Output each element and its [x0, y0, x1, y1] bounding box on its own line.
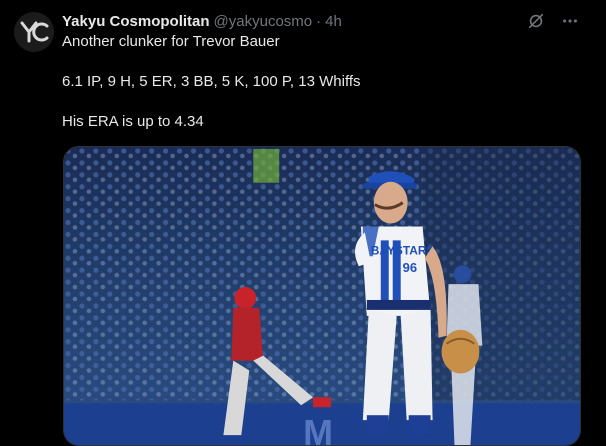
grok-icon[interactable]: [526, 11, 546, 31]
more-icon[interactable]: [560, 11, 580, 31]
banner-text: M: [303, 413, 333, 445]
tweet-header: Yakyu Cosmopolitan @yakyucosmo · 4h: [62, 10, 342, 32]
tweet-text-line: Another clunker for Trevor Bauer: [62, 33, 280, 50]
separator-dot: ·: [316, 12, 322, 30]
tweet-text-line: His ERA is up to 4.34: [62, 113, 204, 130]
user-handle[interactable]: @yakyucosmo: [214, 13, 313, 30]
tweet-card[interactable]: Yakyu Cosmopolitan @yakyucosmo · 4h Anot…: [0, 0, 606, 446]
header-actions: [526, 11, 580, 31]
avatar[interactable]: [14, 12, 54, 52]
yc-logo-icon: [14, 12, 54, 52]
timestamp[interactable]: 4h: [325, 13, 342, 30]
display-name[interactable]: Yakyu Cosmopolitan: [62, 13, 210, 30]
tweet-photo[interactable]: M BAYSTARS 96: [63, 146, 581, 446]
jersey-number: 96: [403, 260, 417, 275]
jersey-text: BAYSTARS: [371, 243, 435, 257]
tweet-text-line: 6.1 IP, 9 H, 5 ER, 3 BB, 5 K, 100 P, 13 …: [62, 73, 361, 90]
